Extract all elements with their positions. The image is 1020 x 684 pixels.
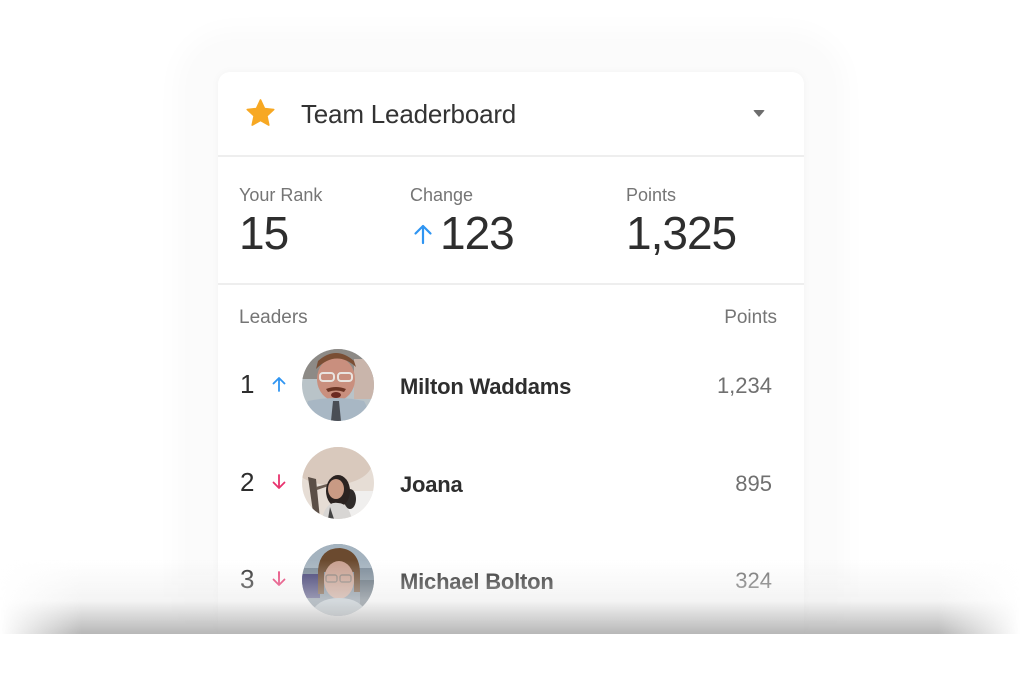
leader-row[interactable]: 1 Milton Waddams 1,234 bbox=[218, 349, 804, 429]
dropdown-button[interactable] bbox=[744, 102, 774, 126]
stat-label: Change bbox=[410, 185, 474, 205]
leaders-column-label: Leaders bbox=[239, 307, 308, 328]
leader-name[interactable]: Joana bbox=[400, 472, 463, 498]
rank-number: 1 bbox=[240, 369, 255, 399]
leader-points: 1,234 bbox=[716, 373, 772, 398]
stat-value: 15 bbox=[239, 207, 289, 259]
card-header: Team Leaderboard bbox=[218, 72, 804, 157]
leader-name[interactable]: Milton Waddams bbox=[400, 374, 571, 400]
arrow-down-icon bbox=[272, 571, 286, 586]
bottom-mask bbox=[0, 634, 1020, 684]
avatar-michael[interactable] bbox=[302, 544, 374, 616]
arrow-down-icon bbox=[272, 474, 286, 489]
avatar-joana[interactable] bbox=[302, 447, 374, 519]
rank-number: 2 bbox=[240, 467, 255, 497]
arrow-up-icon bbox=[272, 377, 286, 392]
star-icon bbox=[246, 99, 275, 126]
stat-label: Points bbox=[626, 185, 677, 205]
points-column-label: Points bbox=[724, 307, 777, 328]
leader-name[interactable]: Michael Bolton bbox=[400, 569, 554, 595]
stat-label: Your Rank bbox=[239, 185, 323, 205]
stat-value: 123 bbox=[440, 207, 515, 259]
caret-down-icon bbox=[753, 110, 765, 117]
leaderboard-card: Team Leaderboard Your Rank 15 Change 123… bbox=[218, 72, 804, 672]
stat-value: 1,325 bbox=[626, 207, 737, 259]
leader-row[interactable]: 3 Michael Bolton 324 bbox=[218, 544, 804, 624]
stats-section: Your Rank 15 Change 123 Points 1,325 bbox=[218, 157, 804, 285]
rank-number: 3 bbox=[240, 564, 255, 594]
avatar-milton[interactable] bbox=[302, 349, 374, 421]
card-title: Team Leaderboard bbox=[301, 99, 517, 129]
leader-points: 895 bbox=[735, 471, 772, 496]
leaders-header: Leaders Points bbox=[218, 285, 804, 328]
leader-row[interactable]: 2 Joana 895 bbox=[218, 447, 804, 527]
arrow-up-icon bbox=[414, 224, 432, 245]
leader-points: 324 bbox=[735, 568, 772, 593]
